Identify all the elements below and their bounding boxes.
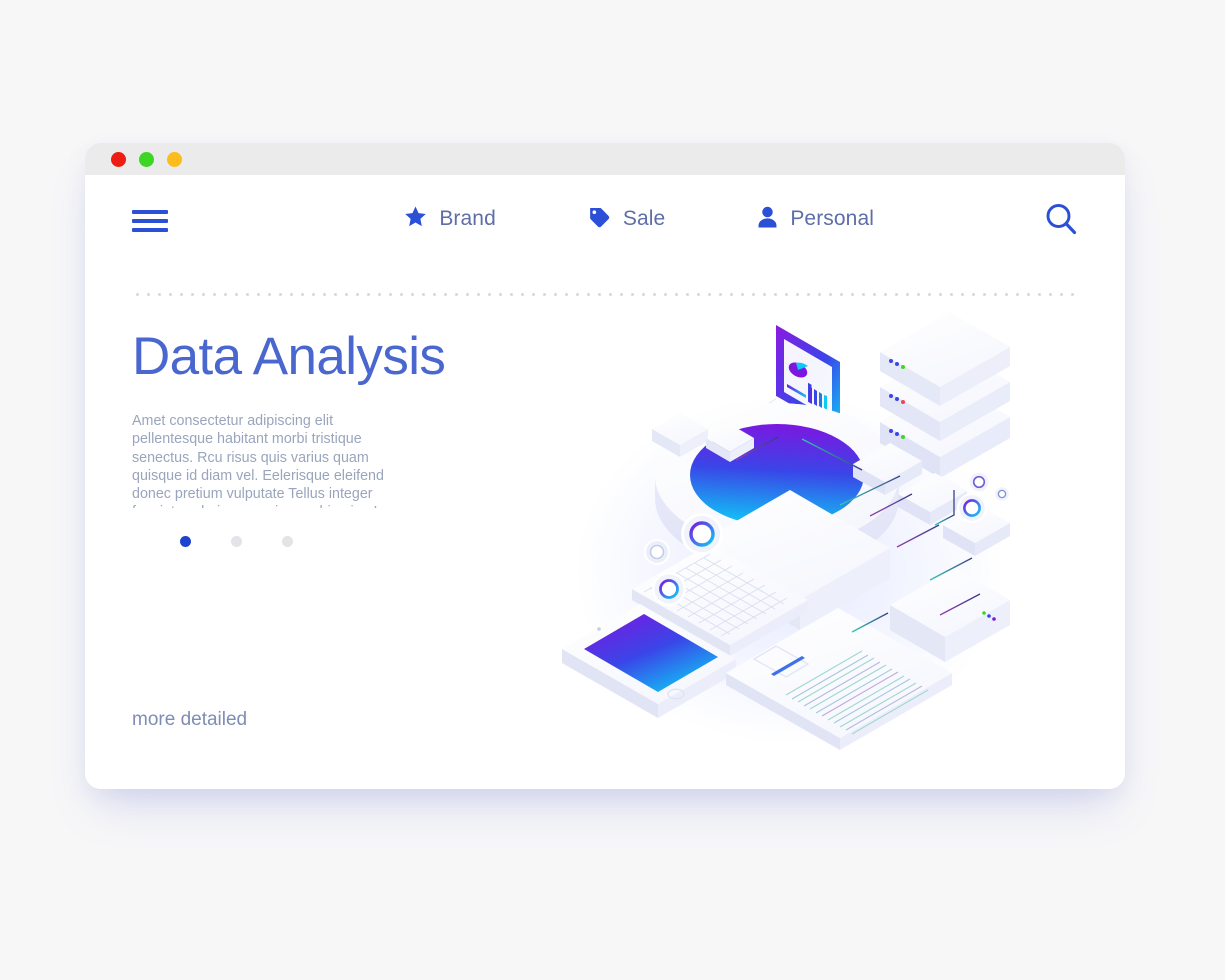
phone-camera xyxy=(597,627,601,631)
hero-section: Data Analysis Amet consectetur adipiscin… xyxy=(132,327,446,547)
gear-medium xyxy=(652,572,686,606)
search-icon[interactable] xyxy=(1044,202,1078,236)
nav-item-brand[interactable]: Brand xyxy=(404,205,496,233)
nav-divider xyxy=(132,293,1078,296)
browser-window: Brand Sale Personal Data Analysis Amet c… xyxy=(85,143,1125,789)
close-button[interactable] xyxy=(111,151,126,167)
hamburger-menu-icon[interactable] xyxy=(132,210,168,232)
nav-item-label: Sale xyxy=(622,207,666,230)
nav-item-personal[interactable]: Personal xyxy=(757,206,874,233)
gear-small-upper xyxy=(968,471,990,493)
star-icon xyxy=(404,205,427,233)
hero-paragraph: Amet consectetur adipiscing elit pellent… xyxy=(132,413,385,508)
carousel-pagination xyxy=(132,536,422,547)
top-navigation: Brand Sale Personal xyxy=(85,175,1125,263)
carousel-dot-3[interactable] xyxy=(282,536,293,547)
window-titlebar xyxy=(85,143,1125,175)
page-content: Brand Sale Personal Data Analysis Amet c… xyxy=(85,175,1125,789)
isometric-illustration xyxy=(540,300,1010,770)
carousel-dot-2[interactable] xyxy=(231,536,242,547)
hamburger-bar xyxy=(132,219,168,223)
nav-item-label: Personal xyxy=(790,207,874,230)
gear-large xyxy=(681,513,723,555)
gear-small xyxy=(644,539,670,565)
nav-item-label: Brand xyxy=(439,207,496,230)
maximize-button[interactable] xyxy=(167,151,182,167)
gear-tiny xyxy=(994,486,1010,502)
page-title: Data Analysis xyxy=(132,327,446,386)
person-icon xyxy=(757,206,778,233)
nav-links: Brand Sale Personal xyxy=(404,202,1078,236)
more-detailed-link[interactable]: more detailed xyxy=(132,709,247,731)
minimize-button[interactable] xyxy=(139,151,154,167)
tag-icon xyxy=(588,206,611,233)
gear-large-lower xyxy=(957,493,987,523)
carousel-dot-1[interactable] xyxy=(180,536,191,547)
hamburger-bar xyxy=(132,210,168,214)
hamburger-bar xyxy=(132,228,168,232)
nav-item-sale[interactable]: Sale xyxy=(588,206,665,233)
